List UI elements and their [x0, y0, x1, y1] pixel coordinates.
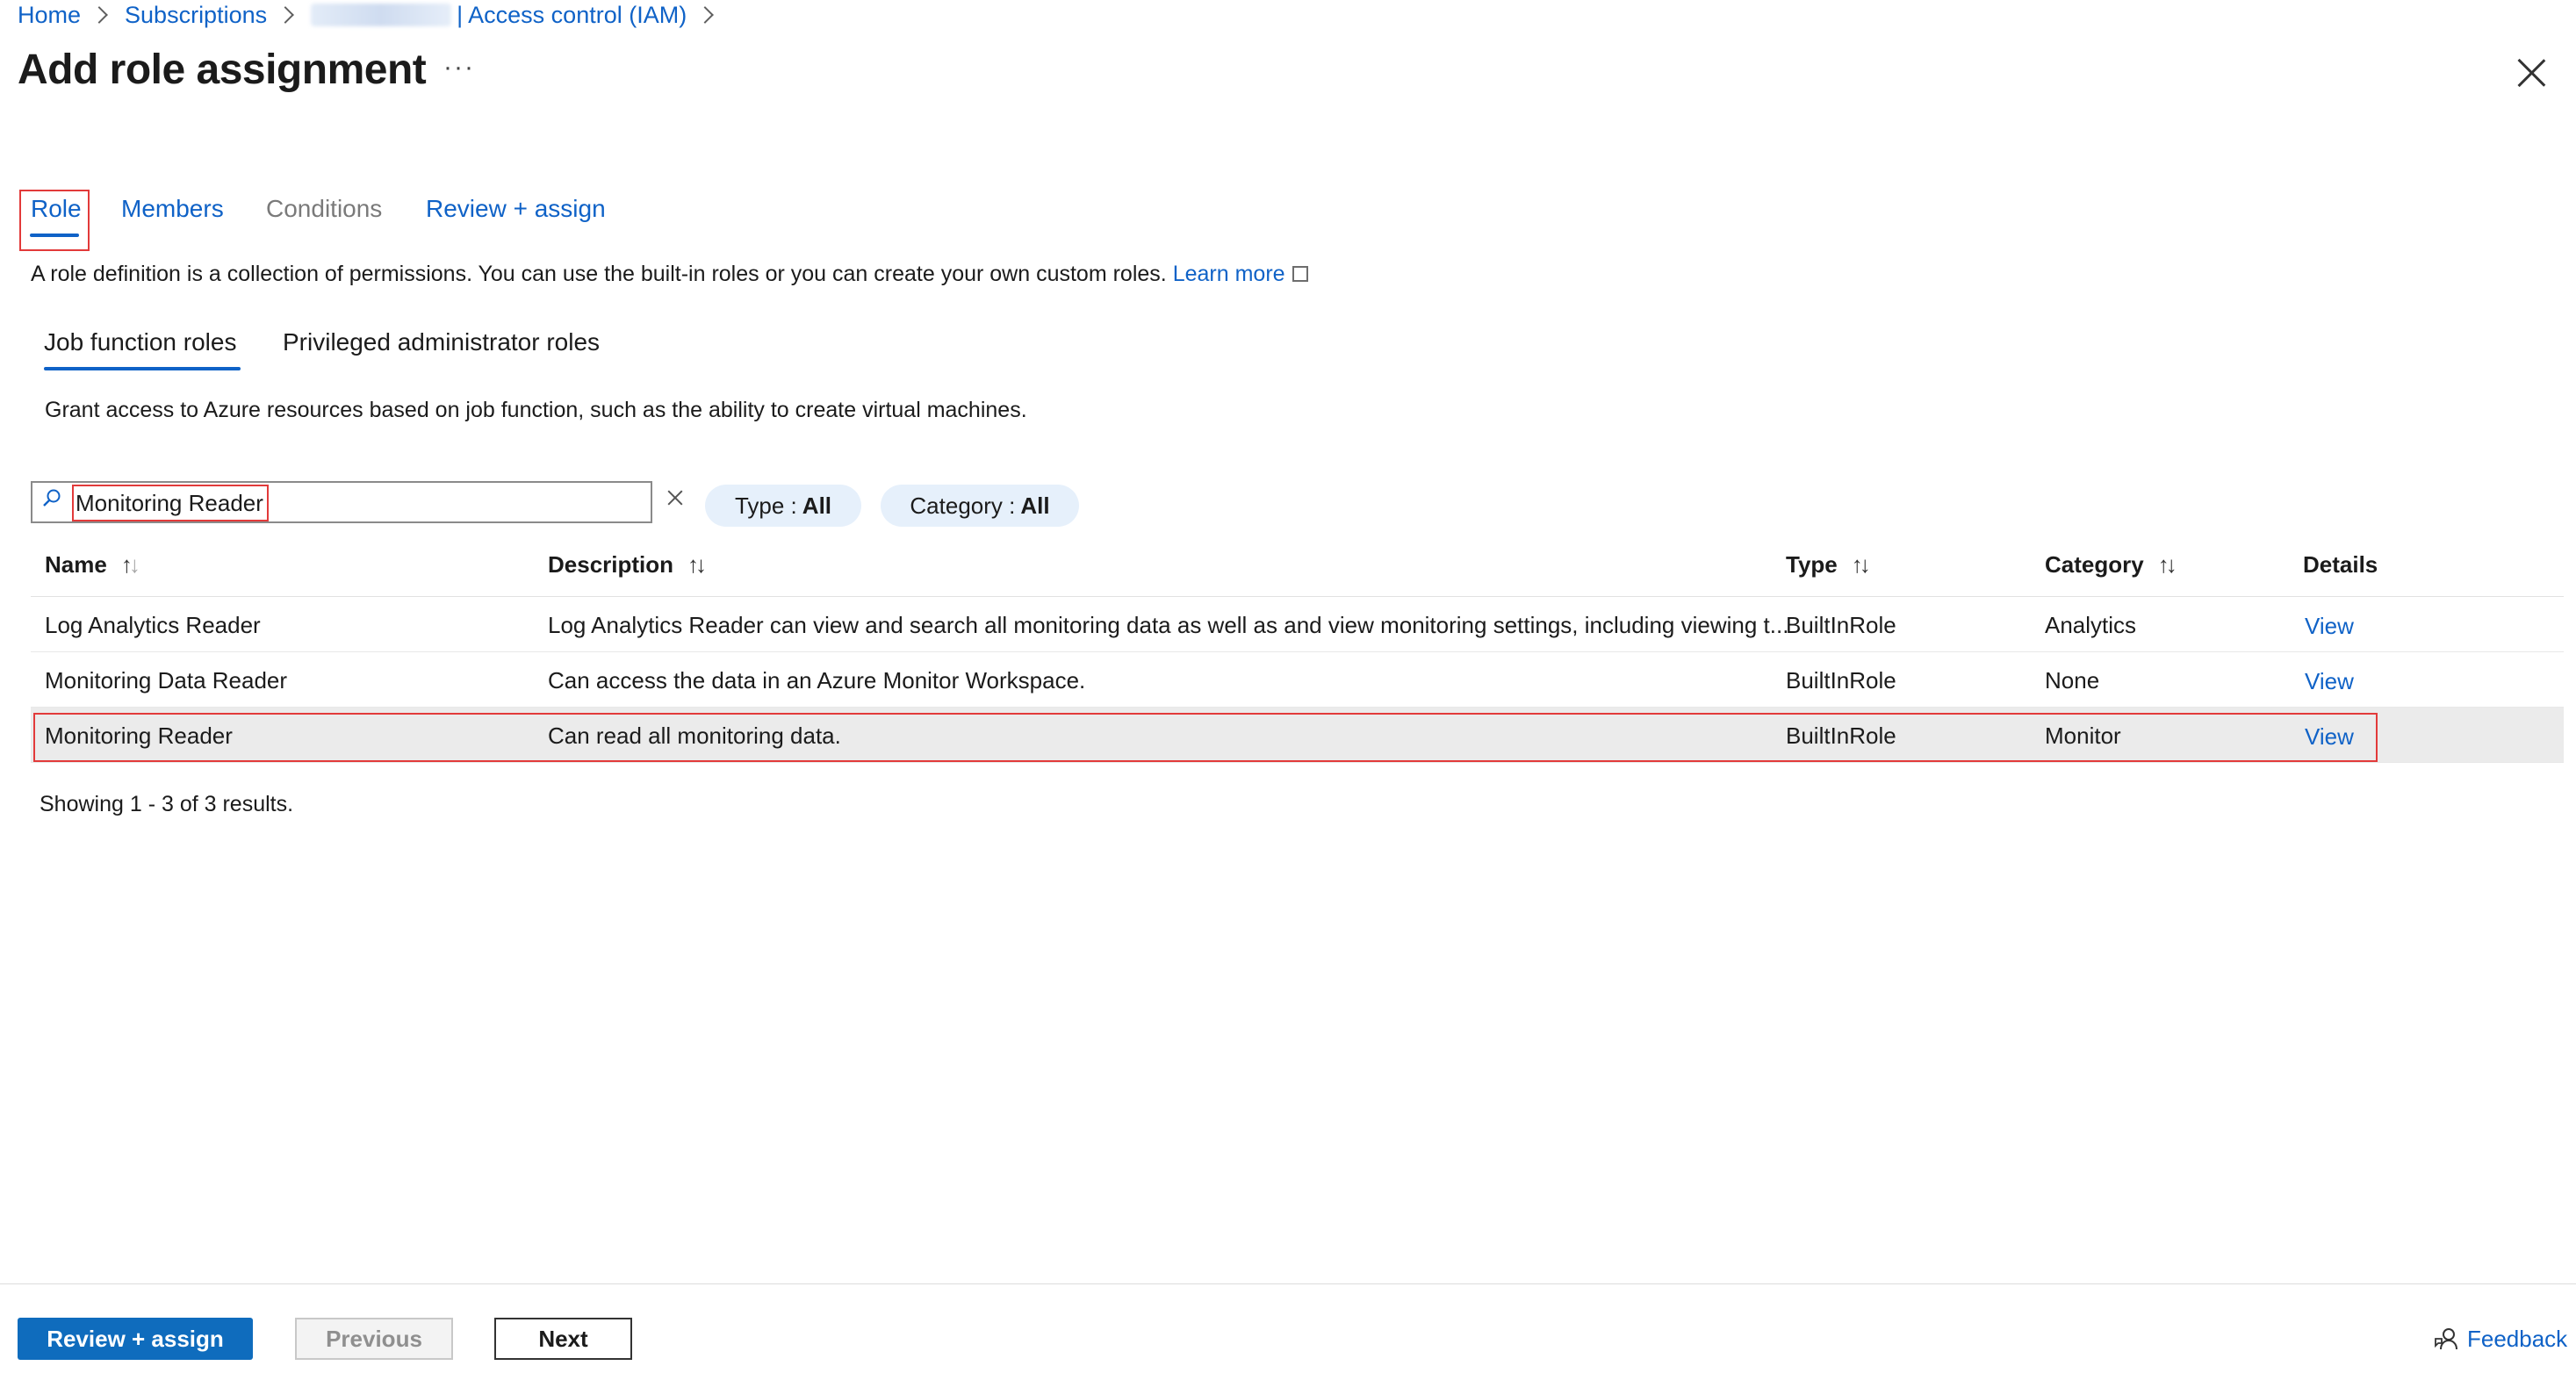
column-type-label: Type	[1786, 551, 1838, 578]
feedback-label: Feedback	[2467, 1326, 2568, 1352]
redacted-subscription-name	[311, 4, 452, 26]
results-count: Showing 1 - 3 of 3 results.	[40, 792, 294, 816]
search-icon	[43, 489, 61, 507]
row-3-name[interactable]: Monitoring Reader	[45, 722, 233, 750]
column-header-details: Details	[2303, 551, 2378, 579]
learn-more-label: Learn more	[1172, 262, 1285, 286]
tab-job-function-roles[interactable]: Job function roles	[44, 328, 236, 356]
row-1-description: Log Analytics Reader can view and search…	[548, 612, 1789, 638]
sort-ascending-icon: ↑↓	[120, 551, 140, 578]
tab-conditions[interactable]: Conditions	[266, 195, 382, 223]
page-title: Add role assignment	[18, 47, 427, 93]
row-3-type: BuiltInRole	[1786, 722, 1896, 749]
column-header-name[interactable]: Name ↑↓	[45, 551, 140, 579]
job-function-description: Grant access to Azure resources based on…	[45, 398, 1027, 422]
column-category-label: Category	[2045, 551, 2144, 578]
row-2-type: BuiltInRole	[1786, 667, 1896, 694]
previous-button[interactable]: Previous	[295, 1318, 453, 1360]
column-details-label: Details	[2303, 551, 2378, 578]
breadcrumb-access-control[interactable]: | Access control (IAM)	[457, 2, 687, 29]
category-filter-pill[interactable]: Category : All	[881, 485, 1079, 527]
column-description-label: Description	[548, 551, 674, 578]
tab-privileged-administrator-roles[interactable]: Privileged administrator roles	[283, 328, 600, 356]
row-2-name[interactable]: Monitoring Data Reader	[45, 667, 287, 694]
chevron-right-icon	[696, 6, 715, 24]
role-definition-description: A role definition is a collection of per…	[31, 262, 1308, 287]
search-input[interactable]	[72, 485, 269, 521]
row-3-view-link[interactable]: View	[2305, 723, 2354, 751]
job-function-tab-underline	[44, 367, 241, 370]
next-button[interactable]: Next	[494, 1318, 632, 1360]
category-filter-value: All	[1020, 492, 1050, 519]
tab-review-assign[interactable]: Review + assign	[426, 195, 606, 223]
tab-role[interactable]: Role	[31, 195, 82, 223]
selected-row-highlight	[33, 713, 2378, 762]
breadcrumb: Home Subscriptions | Access control (IAM…	[18, 0, 730, 30]
category-filter-label: Category :	[910, 492, 1016, 519]
close-icon[interactable]	[2516, 58, 2546, 88]
tab-role-underline	[30, 234, 79, 237]
row-2-view-link[interactable]: View	[2305, 668, 2354, 695]
external-link-icon	[1292, 266, 1308, 282]
column-header-category[interactable]: Category ↑↓	[2045, 551, 2177, 579]
column-name-label: Name	[45, 551, 107, 578]
learn-more-link[interactable]: Learn more	[1173, 262, 1308, 286]
row-1-view-link[interactable]: View	[2305, 613, 2354, 640]
tab-members[interactable]: Members	[121, 195, 224, 223]
column-header-description[interactable]: Description ↑↓	[548, 551, 707, 579]
feedback-button[interactable]: Feedback	[2434, 1326, 2567, 1353]
column-header-type[interactable]: Type ↑↓	[1786, 551, 1871, 579]
sort-icon: ↑↓	[2157, 551, 2177, 578]
row-1-type: BuiltInRole	[1786, 612, 1896, 638]
clear-search-icon[interactable]	[666, 488, 685, 507]
row-1-name[interactable]: Log Analytics Reader	[45, 612, 261, 639]
row-divider	[31, 762, 2564, 763]
row-2-description: Can access the data in an Azure Monitor …	[548, 667, 1086, 694]
row-3-description: Can read all monitoring data.	[548, 722, 841, 749]
row-divider	[31, 651, 2564, 652]
row-2-category: None	[2045, 667, 2100, 694]
breadcrumb-home[interactable]: Home	[18, 2, 81, 29]
sort-icon: ↑↓	[1851, 551, 1871, 578]
type-filter-value: All	[802, 492, 832, 519]
row-3-category: Monitor	[2045, 722, 2121, 749]
chevron-right-icon	[90, 6, 108, 24]
sort-icon: ↑↓	[687, 551, 707, 578]
breadcrumb-subscriptions[interactable]: Subscriptions	[125, 2, 267, 29]
footer-divider	[0, 1283, 2576, 1284]
feedback-icon	[2435, 1327, 2457, 1349]
chevron-right-icon	[277, 6, 295, 24]
more-options-button[interactable]: ···	[443, 53, 475, 83]
type-filter-pill[interactable]: Type : All	[705, 485, 861, 527]
table-header-divider	[31, 596, 2564, 597]
row-1-category: Analytics	[2045, 612, 2137, 638]
review-assign-button[interactable]: Review + assign	[18, 1318, 253, 1360]
type-filter-label: Type :	[734, 492, 797, 519]
description-text: A role definition is a collection of per…	[31, 262, 1167, 286]
